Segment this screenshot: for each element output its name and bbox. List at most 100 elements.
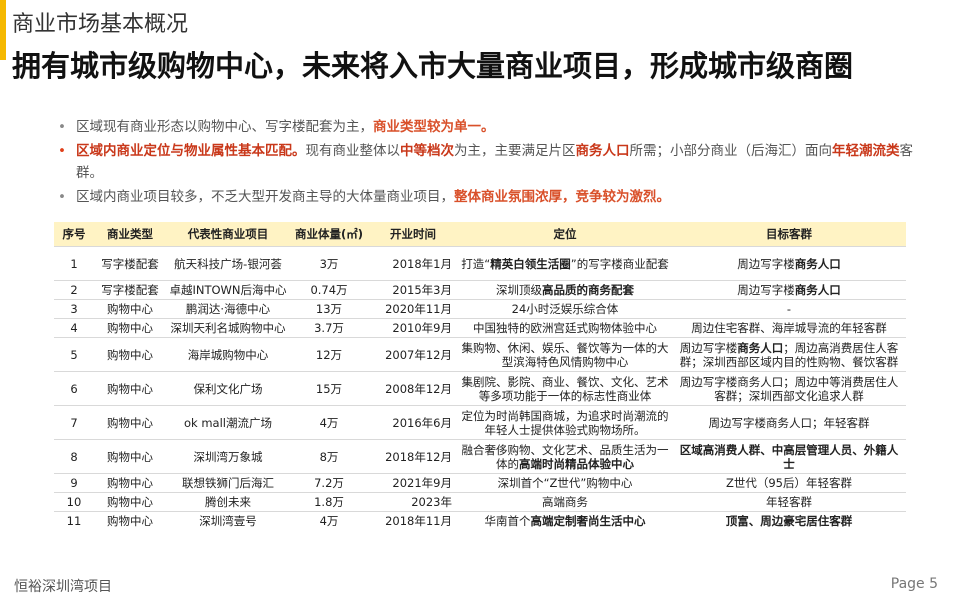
positioning-text: 集购物、休闲、娱乐、餐饮等为一体的大型滨海特色风情购物中心 [461,340,669,369]
cell-positioning: 深圳首个“Z世代”购物中心 [458,473,672,493]
bullet-highlight: 中等档次 [400,143,454,159]
cell-positioning: 融合奢侈购物、文化艺术、品质生活为一体的高端时尚精品体验中心 [458,439,672,474]
table-row: 6 购物中心 保利文化广场 15万 2008年12月 集剧院、影院、商业、餐饮、文化、艺术… [54,371,906,406]
cell-type: 购物中心 [94,473,166,493]
cell-target: 周边写字楼商务人口 [672,246,906,281]
cell-open: 2018年12月 [368,439,458,474]
cell-type: 购物中心 [94,405,166,440]
cell-project: 保利文化广场 [166,371,290,406]
cell-area: 8万 [290,439,368,474]
cell-open: 2018年1月 [368,246,458,281]
cell-positioning: 高端商务 [458,492,672,512]
positioning-text: 定位为时尚韩国商城，为追求时尚潮流的年轻人士提供体验式购物场所。 [461,408,669,437]
bullet-highlight: 年轻潮流类 [832,143,900,159]
target-text: 周边写字楼商务人口；年轻客群 [708,415,870,430]
footer-project-name: 恒裕深圳湾项目 [14,579,112,595]
cell-project: 航天科技广场-银河荟 [166,246,290,281]
bullet-highlight: 区域内商业定位与物业属性基本匹配。 [76,143,306,159]
target-text: 周边写字楼 [679,340,738,355]
cell-open: 2021年9月 [368,473,458,493]
cell-positioning: 集购物、休闲、娱乐、餐饮等为一体的大型滨海特色风情购物中心 [458,337,672,372]
section-title: 商业市场基本概况 [12,12,189,37]
positioning-highlight: 高端时尚精品体验中心 [519,456,634,471]
cell-target: - [672,299,906,319]
cell-no: 5 [54,337,94,372]
cell-open: 2018年11月 [368,511,458,531]
cell-project: 海岸城购物中心 [166,337,290,372]
table-row: 9 购物中心 联想铁狮门后海汇 7.2万 2021年9月 深圳首个“Z世代”购物中心 Z世代… [54,473,906,493]
cell-open: 2008年12月 [368,371,458,406]
cell-area: 13万 [290,299,368,319]
bullet-text: 现有商业整体以 [305,143,401,159]
cell-positioning: 定位为时尚韩国商城，为追求时尚潮流的年轻人士提供体验式购物场所。 [458,405,672,440]
cell-no: 6 [54,371,94,406]
cell-project: 鹏润达·海德中心 [166,299,290,319]
page-number: Page 5 [890,576,938,592]
cell-positioning: 华南首个高端定制奢尚生活中心 [458,511,672,531]
target-highlight: 商务人口 [794,256,841,271]
table-header-row: 序号 商业类型 代表性商业项目 商业体量(㎡) 开业时间 定位 目标客群 [54,222,906,247]
table-row: 4 购物中心 深圳天利名城购物中心 3.7万 2010年9月 中国独特的欧洲宫廷式购物体验… [54,318,906,338]
cell-target: 周边写字楼商务人口；周边高消费居住人客群；深圳西部区域内目的性购物、餐饮客群 [672,337,906,372]
page-title: 拥有城市级购物中心，未来将入市大量商业项目，形成城市级商圈 [12,49,854,83]
cell-type: 购物中心 [94,318,166,338]
cell-area: 4万 [290,511,368,531]
summary-bullets: 区域现有商业形态以购物中心、写字楼配套为主，商业类型较为单一。 区域内商业定位与… [56,116,916,210]
cell-positioning: 打造“精英白领生活圈”的写字楼商业配套 [458,246,672,281]
cell-no: 3 [54,299,94,319]
bullet-highlight: 商业类型较为单一。 [373,119,495,135]
table-row: 1 写字楼配套 航天科技广场-银河荟 3万 2018年1月 打造“精英白领生活圈”的写字楼… [54,246,906,281]
cell-open: 2016年6月 [368,405,458,440]
cell-positioning: 深圳顶级高品质的商务配套 [458,280,672,300]
table-row: 10 购物中心 腾创未来 1.8万 2023年 高端商务 年轻客群 [54,492,906,512]
cell-target: 周边住宅客群、海岸城导流的年轻客群 [672,318,906,338]
bullet-highlight: 商务人口 [575,143,630,159]
header-area: 商业体量(㎡) [290,222,368,247]
cell-type: 购物中心 [94,439,166,474]
positioning-text: 深圳顶级 [496,283,542,297]
cell-target: 顶富、周边豪宅居住客群 [672,511,906,531]
bullet-text: 为主，主要满足片区 [454,143,576,159]
cell-open: 2007年12月 [368,337,458,372]
header-no: 序号 [54,222,94,247]
cell-positioning: 24小时泛娱乐综合体 [458,299,672,319]
cell-type: 购物中心 [94,371,166,406]
cell-area: 7.2万 [290,473,368,493]
cell-positioning: 集剧院、影院、商业、餐饮、文化、艺术等多项功能于一体的标志性商业体 [458,371,672,406]
positioning-text: 集剧院、影院、商业、餐饮、文化、艺术等多项功能于一体的标志性商业体 [461,374,669,403]
bullet-highlight: 整体商业氛围浓厚，竞争较为激烈。 [454,189,670,205]
target-text: 年轻客群 [766,495,812,509]
cell-no: 4 [54,318,94,338]
bullet-item: 区域内商业定位与物业属性基本匹配。现有商业整体以中等档次为主，主要满足片区商务人… [56,140,916,184]
cell-project: ok mall潮流广场 [166,405,290,440]
cell-positioning: 中国独特的欧洲宫廷式购物体验中心 [458,318,672,338]
cell-project: 联想铁狮门后海汇 [166,473,290,493]
target-text: 周边住宅客群、海岸城导流的年轻客群 [691,321,887,335]
target-highlight: 商务人口 [737,340,784,355]
cell-project: 深圳天利名城购物中心 [166,318,290,338]
cell-target: 周边写字楼商务人口；年轻客群 [672,405,906,440]
cell-no: 7 [54,405,94,440]
table-row: 11 购物中心 深圳湾壹号 4万 2018年11月 华南首个高端定制奢尚生活中心 顶富、周边… [54,511,906,531]
positioning-highlight: 精英白领生活圈 [490,256,571,271]
positioning-text: 深圳首个“Z世代”购物中心 [497,476,633,490]
table-row: 3 购物中心 鹏润达·海德中心 13万 2020年11月 24小时泛娱乐综合体 - [54,299,906,319]
positioning-text: 高端商务 [542,495,588,509]
bullet-text: 所需；小部分商业（后海汇）面向 [629,143,833,159]
target-text: 周边写字楼 [737,283,795,297]
bullet-item: 区域内商业项目较多，不乏大型开发商主导的大体量商业项目，整体商业氛围浓厚，竞争较… [56,186,916,208]
target-text: 周边写字楼 [737,256,795,271]
target-highlight: 顶富、周边豪宅居住客群 [725,514,853,529]
cell-type: 写字楼配套 [94,246,166,281]
target-text: Z世代（95后）年轻客群 [725,476,852,490]
header-open: 开业时间 [368,222,458,247]
cell-no: 8 [54,439,94,474]
cell-type: 购物中心 [94,511,166,531]
cell-project: 深圳湾万象城 [166,439,290,474]
title-accent-bar [0,0,6,60]
cell-open: 2020年11月 [368,299,458,319]
cell-target: 区域高消费人群、中高层管理人员、外籍人士 [672,439,906,474]
cell-target: 周边写字楼商务人口；周边中等消费居住人客群；深圳西部文化追求人群 [672,371,906,406]
cell-target: 年轻客群 [672,492,906,512]
cell-no: 1 [54,246,94,281]
